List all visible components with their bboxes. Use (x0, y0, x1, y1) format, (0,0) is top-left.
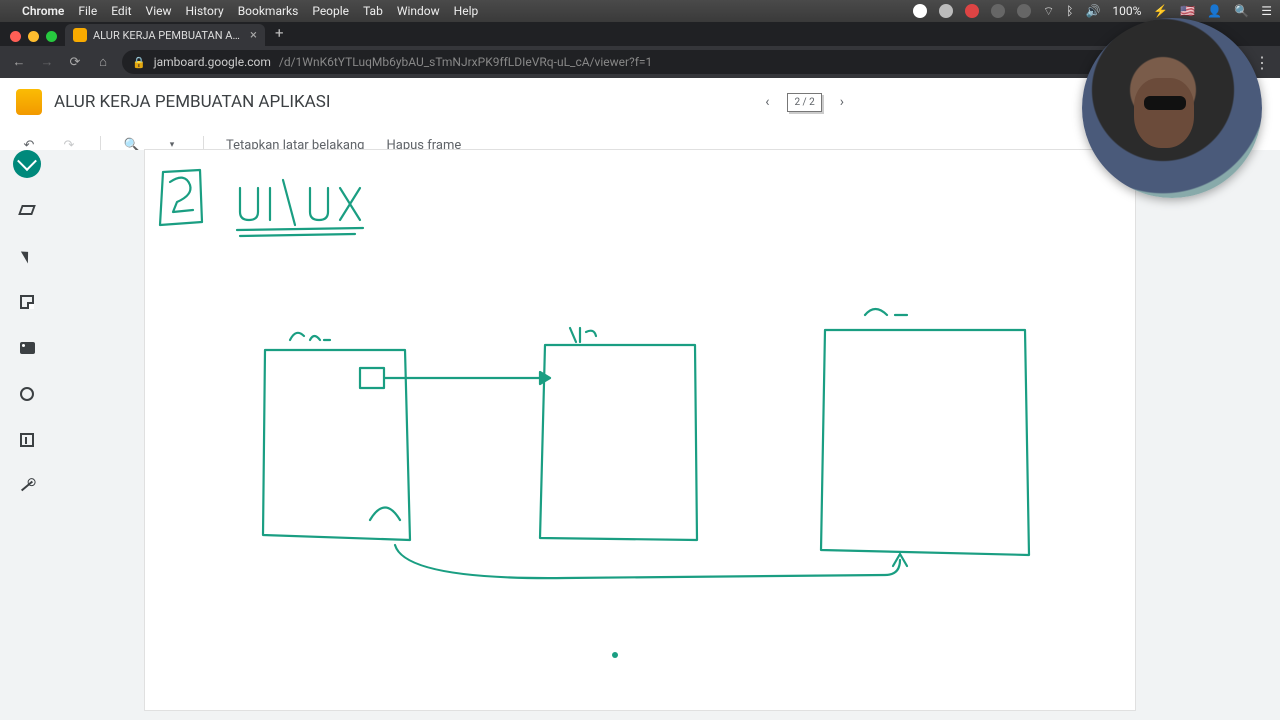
document-title[interactable]: ALUR KERJA PEMBUATAN APLIKASI (54, 92, 331, 112)
eraser-tool-button[interactable] (13, 196, 41, 224)
image-icon (20, 342, 35, 354)
chrome-tab-strip: ALUR KERJA PEMBUATAN APL × + (0, 22, 1280, 46)
chrome-menu-button[interactable]: ⋮ (1254, 53, 1270, 72)
bluetooth-icon[interactable]: ᛒ (1066, 4, 1073, 18)
eraser-icon (18, 205, 36, 215)
frame-indicator[interactable]: 2 / 2 (787, 93, 821, 112)
textbox-icon (20, 433, 34, 447)
webcam-overlay[interactable] (1082, 18, 1262, 198)
jamboard-logo-icon[interactable] (16, 89, 42, 115)
new-tab-button[interactable]: + (265, 24, 294, 46)
window-controls (6, 31, 65, 46)
laser-tool-button[interactable] (13, 472, 41, 500)
lock-icon[interactable]: 🔒 (132, 56, 146, 69)
url-path: /d/1WnK6tYTLuqMb6ybAU_sTmNJrxPK9ffLDIeVR… (279, 55, 652, 69)
menubar-item-window[interactable]: Window (397, 4, 440, 18)
circle-icon (20, 387, 34, 401)
nav-back-button[interactable]: ← (10, 54, 28, 70)
menubar-item-tab[interactable]: Tab (363, 4, 383, 18)
sticky-note-tool-button[interactable] (13, 288, 41, 316)
menubar-item-view[interactable]: View (146, 4, 172, 18)
wifi-icon[interactable]: ⌔ (1043, 4, 1054, 19)
macos-menubar: Chrome File Edit View History Bookmarks … (0, 0, 1280, 22)
input-source-icon[interactable]: 🇺🇸 (1180, 4, 1195, 18)
jamboard-favicon-icon (73, 28, 87, 42)
image-tool-button[interactable] (13, 334, 41, 362)
user-icon[interactable]: 👤 (1207, 4, 1222, 18)
pen-tool-button[interactable] (13, 150, 41, 178)
browser-tab-active[interactable]: ALUR KERJA PEMBUATAN APL × (65, 24, 265, 46)
window-close-button[interactable] (10, 31, 21, 42)
status-icon[interactable] (991, 4, 1005, 18)
menubar-item-help[interactable]: Help (454, 4, 479, 18)
menubar-item-history[interactable]: History (186, 4, 224, 18)
status-icon[interactable] (1017, 4, 1031, 18)
select-tool-button[interactable] (13, 242, 41, 270)
window-zoom-button[interactable] (46, 31, 57, 42)
nav-home-button[interactable]: ⌂ (94, 54, 112, 70)
window-minimize-button[interactable] (28, 31, 39, 42)
url-host: jamboard.google.com (154, 55, 271, 69)
nav-forward-button[interactable]: → (38, 54, 56, 70)
battery-icon: ⚡ (1153, 4, 1168, 18)
nav-reload-button[interactable]: ⟳ (66, 55, 84, 70)
menubar-item-file[interactable]: File (78, 4, 97, 18)
status-icon[interactable] (913, 4, 927, 18)
battery-percent: 100% (1112, 4, 1141, 18)
address-bar[interactable]: 🔒 jamboard.google.com/d/1WnK6tYTLuqMb6yb… (122, 50, 1244, 74)
next-frame-button[interactable]: › (840, 94, 844, 110)
tool-palette (10, 150, 44, 500)
canvas-workspace (0, 150, 1280, 720)
prev-frame-button[interactable]: ‹ (765, 94, 769, 110)
spotlight-icon[interactable]: 🔍 (1234, 4, 1249, 18)
textbox-tool-button[interactable] (13, 426, 41, 454)
close-tab-icon[interactable]: × (250, 28, 257, 43)
menubar-item-bookmarks[interactable]: Bookmarks (238, 4, 299, 18)
status-icon[interactable] (939, 4, 953, 18)
status-icon[interactable] (965, 4, 979, 18)
tab-title: ALUR KERJA PEMBUATAN APL (93, 29, 244, 42)
frame-paginator: ‹ 2 / 2 › (765, 93, 844, 112)
zoom-caret-icon[interactable]: ▾ (163, 140, 181, 150)
laser-icon (21, 481, 33, 492)
cursor-icon (21, 248, 33, 263)
canvas-drawing (145, 150, 1135, 710)
volume-icon[interactable]: 🔊 (1085, 4, 1100, 18)
pen-icon (17, 151, 37, 171)
menubar-item-edit[interactable]: Edit (111, 4, 131, 18)
menubar-app-name[interactable]: Chrome (22, 4, 64, 18)
control-center-icon[interactable]: ☰ (1261, 4, 1272, 18)
jamboard-canvas[interactable] (145, 150, 1135, 710)
sticky-note-icon (20, 295, 34, 309)
shape-tool-button[interactable] (13, 380, 41, 408)
menubar-item-people[interactable]: People (312, 4, 349, 18)
